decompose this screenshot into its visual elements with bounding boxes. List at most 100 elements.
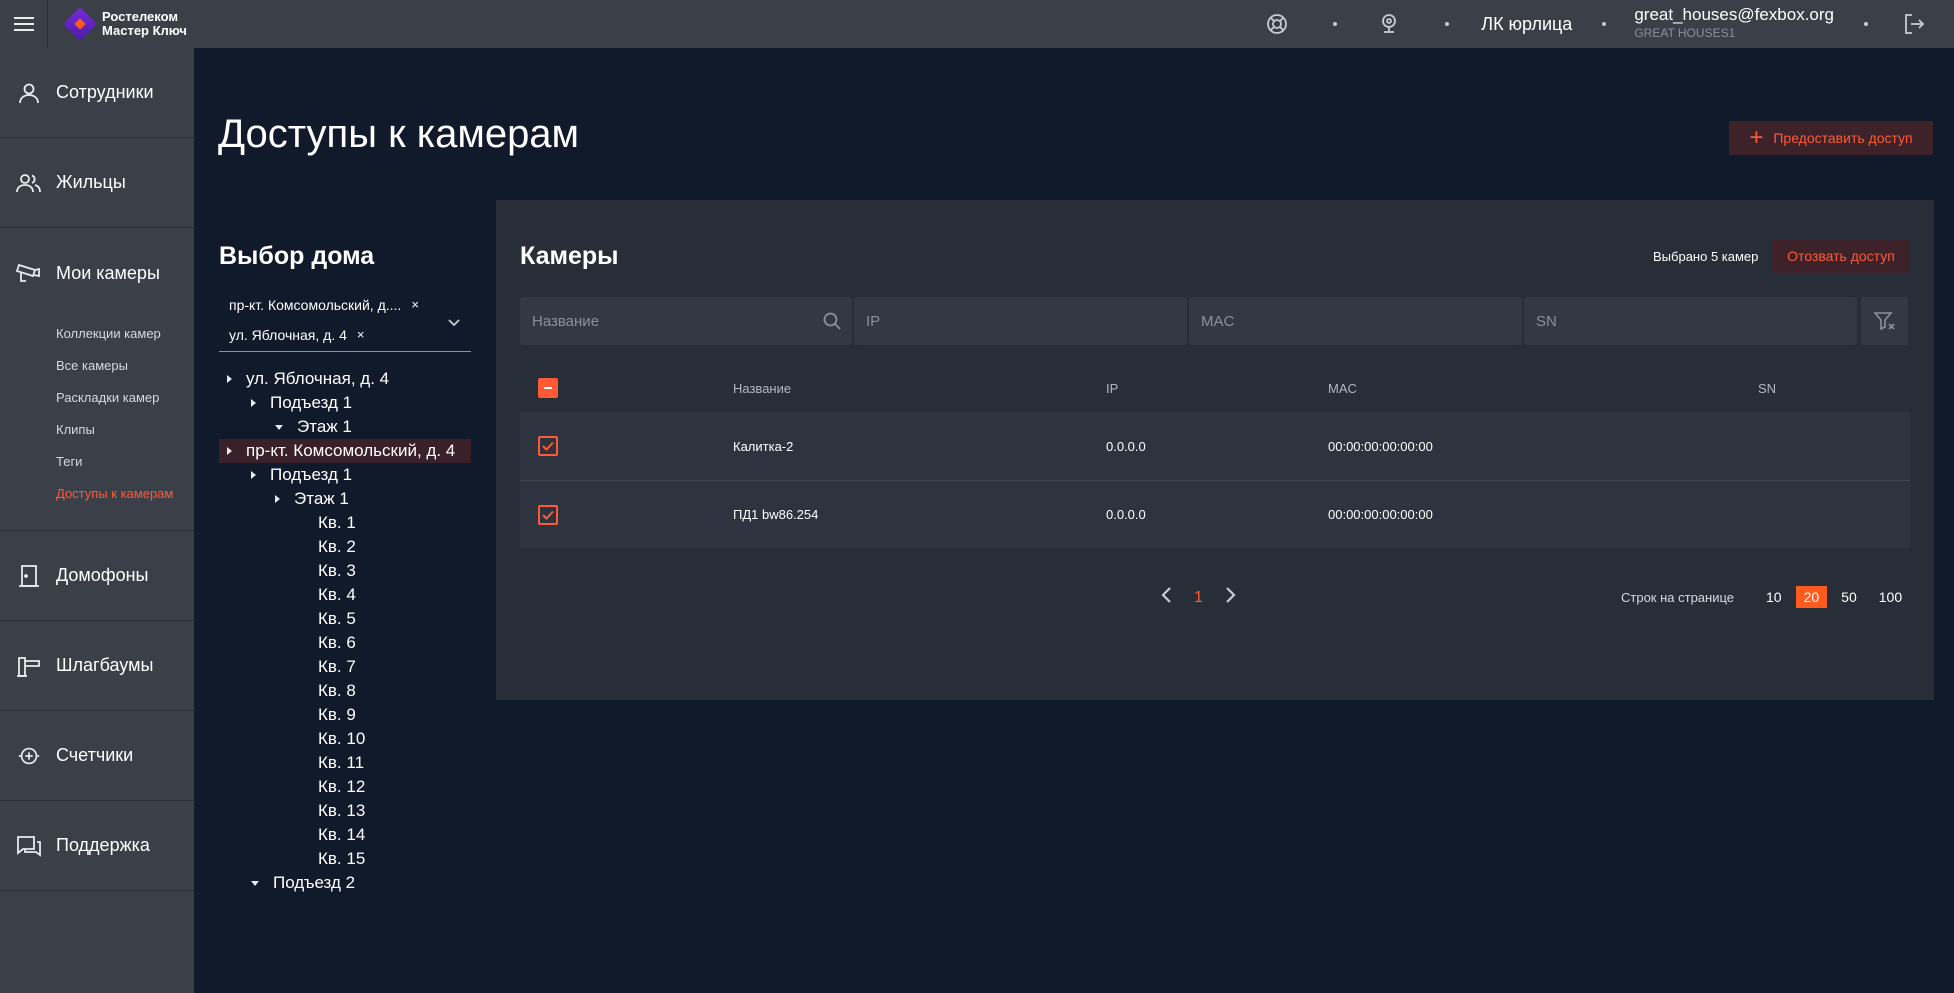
ip-filter-input[interactable] <box>866 312 1187 330</box>
account-type[interactable]: ЛК юрлица <box>1481 14 1572 35</box>
tree-node-label: Кв. 14 <box>318 825 366 844</box>
search-icon[interactable] <box>822 311 842 335</box>
sidebar-item-intercoms[interactable]: Домофоны <box>0 531 194 621</box>
tree-node-label: Кв. 8 <box>318 681 356 700</box>
tree-node[interactable]: Кв. 14 <box>219 823 471 847</box>
grant-access-label: Предоставить доступ <box>1773 130 1913 146</box>
user-info[interactable]: great_houses@fexbox.org GREAT HOUSES1 <box>1634 6 1834 42</box>
name-filter <box>520 297 852 345</box>
tree-node[interactable]: Кв. 9 <box>219 703 471 727</box>
grant-access-button[interactable]: + Предоставить доступ <box>1729 121 1933 155</box>
top-bar: Ростелеком Мастер Ключ ЛК юрлица great_h… <box>0 0 1954 48</box>
tree-node[interactable]: Кв. 8 <box>219 679 471 703</box>
caret-right-icon[interactable] <box>251 471 256 479</box>
rows-option-50[interactable]: 50 <box>1833 586 1865 608</box>
tree-node[interactable]: Кв. 3 <box>219 559 471 583</box>
sidebar-sub-collections[interactable]: Коллекции камер <box>0 318 194 350</box>
sidebar-sub-layouts[interactable]: Раскладки камер <box>0 382 194 414</box>
clear-filter-icon[interactable] <box>1861 297 1908 345</box>
column-name[interactable]: Название <box>733 381 1106 396</box>
sidebar-sub-camera-access[interactable]: Доступы к камерам <box>0 478 194 510</box>
separator-dot <box>1602 22 1607 26</box>
logout-icon[interactable] <box>1902 12 1926 36</box>
house-chip: ул. Яблочная, д. 4 × <box>219 320 471 350</box>
tree-node-label: Кв. 3 <box>318 561 356 580</box>
rows-option-100[interactable]: 100 <box>1871 586 1910 608</box>
rows-option-20[interactable]: 20 <box>1795 586 1828 608</box>
sidebar-item-employees[interactable]: Сотрудники <box>0 48 194 138</box>
tree-node-label: Подъезд 2 <box>273 873 356 892</box>
lifebuoy-icon[interactable] <box>1265 12 1289 36</box>
tree-node[interactable]: ул. Яблочная, д. 4 <box>219 367 471 391</box>
chevron-down-icon[interactable] <box>447 314 461 332</box>
sidebar-item-residents[interactable]: Жильцы <box>0 138 194 228</box>
tree-node[interactable]: Кв. 7 <box>219 655 471 679</box>
select-all-checkbox[interactable] <box>538 378 558 398</box>
revoke-access-button[interactable]: Отозвать доступ <box>1772 239 1910 273</box>
tree-node[interactable]: Кв. 13 <box>219 799 471 823</box>
sidebar-item-label: Мои камеры <box>56 262 160 283</box>
chip-remove-icon[interactable]: × <box>411 290 419 320</box>
tree-node[interactable]: Кв. 11 <box>219 751 471 775</box>
tree-node[interactable]: Кв. 6 <box>219 631 471 655</box>
row-checkbox[interactable] <box>538 504 558 525</box>
tree-node[interactable]: Кв. 10 <box>219 727 471 751</box>
rows-option-10[interactable]: 10 <box>1758 586 1790 608</box>
tree-node-label: Кв. 4 <box>318 585 356 604</box>
house-chip: пр-кт. Комсомольский, д.... × <box>219 290 471 320</box>
filters-row <box>520 297 1908 345</box>
tree-node-label: пр-кт. Комсомольский, д. 4 <box>246 441 456 460</box>
sn-filter-input[interactable] <box>1536 312 1857 330</box>
caret-down-icon[interactable] <box>275 424 283 430</box>
tree-node-label: Кв. 2 <box>318 537 356 556</box>
top-right-controls: ЛК юрлица great_houses@fexbox.org GREAT … <box>1265 0 1954 48</box>
table-row[interactable]: Калитка-2 0.0.0.0 00:00:00:00:00:00 <box>520 412 1910 480</box>
tree-node[interactable]: Кв. 12 <box>219 775 471 799</box>
caret-right-icon[interactable] <box>251 399 256 407</box>
sidebar-item-label: Домофоны <box>56 565 149 585</box>
tree-node[interactable]: Подъезд 1 <box>219 463 471 487</box>
tree-node[interactable]: Этаж 1 <box>219 415 471 439</box>
sidebar-sub-tags[interactable]: Теги <box>0 446 194 478</box>
menu-icon[interactable] <box>0 0 48 48</box>
sidebar-item-support[interactable]: Поддержка <box>0 801 194 891</box>
cell-name: Калитка-2 <box>733 438 794 454</box>
caret-right-icon[interactable] <box>275 495 280 503</box>
table-row[interactable]: ПД1 bw86.254 0.0.0.0 00:00:00:00:00:00 <box>520 480 1910 548</box>
name-filter-input[interactable] <box>532 312 852 330</box>
webcam-icon[interactable] <box>1377 12 1401 36</box>
logo[interactable]: Ростелеком Мастер Ключ <box>63 7 187 41</box>
caret-down-icon[interactable] <box>251 880 259 886</box>
caret-right-icon[interactable] <box>227 375 232 383</box>
sidebar-item-my-cameras[interactable]: Мои камеры <box>0 228 194 318</box>
chip-remove-icon[interactable]: × <box>357 320 365 350</box>
mac-filter-input[interactable] <box>1201 312 1522 330</box>
tree-node[interactable]: Кв. 1 <box>219 511 471 535</box>
row-checkbox[interactable] <box>538 436 558 456</box>
tree-node-label: ул. Яблочная, д. 4 <box>246 369 390 388</box>
house-select[interactable]: пр-кт. Комсомольский, д.... × ул. Яблочн… <box>219 290 471 352</box>
tree-node[interactable]: Подъезд 2 <box>219 871 471 895</box>
tree-node[interactable]: Кв. 4 <box>219 583 471 607</box>
column-mac[interactable]: MAC <box>1328 381 1758 396</box>
tree-node-label: Кв. 13 <box>318 801 366 820</box>
tree-node[interactable]: Подъезд 1 <box>219 391 471 415</box>
chevron-left-icon[interactable] <box>1160 586 1174 609</box>
tree-node[interactable]: Кв. 5 <box>219 607 471 631</box>
tree-node[interactable]: Кв. 15 <box>219 847 471 871</box>
tree-node[interactable]: Кв. 2 <box>219 535 471 559</box>
cell-mac: 00:00:00:00:00:00 <box>1328 507 1433 522</box>
tree-node[interactable]: пр-кт. Комсомольский, д. 4 <box>219 439 471 463</box>
page-title: Доступы к камерам <box>218 112 580 156</box>
tree-node-label: Кв. 1 <box>318 513 356 532</box>
tree-node[interactable]: Этаж 1 <box>219 487 471 511</box>
sidebar-item-meters[interactable]: Счетчики <box>0 711 194 801</box>
chevron-right-icon[interactable] <box>1223 586 1237 609</box>
sidebar-sub-all-cameras[interactable]: Все камеры <box>0 350 194 382</box>
caret-right-icon[interactable] <box>227 447 232 455</box>
column-sn[interactable]: SN <box>1758 381 1910 396</box>
page-number[interactable]: 1 <box>1194 589 1203 607</box>
column-ip[interactable]: IP <box>1106 381 1328 396</box>
sidebar-item-barriers[interactable]: Шлагбаумы <box>0 621 194 711</box>
sidebar-sub-clips[interactable]: Клипы <box>0 414 194 446</box>
